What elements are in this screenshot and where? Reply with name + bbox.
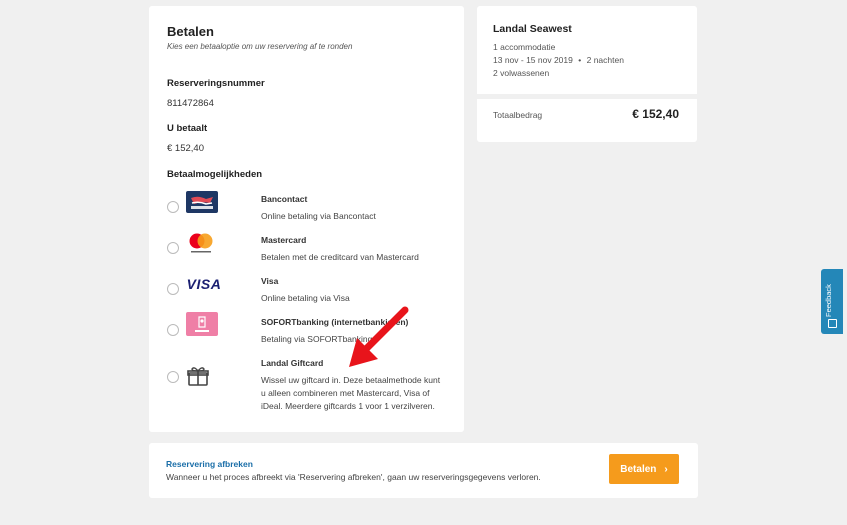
radio-giftcard[interactable] bbox=[167, 371, 179, 383]
feedback-icon bbox=[828, 319, 837, 328]
total-value: € 152,40 bbox=[632, 107, 679, 121]
total-label: Totaalbedrag bbox=[493, 110, 543, 120]
reservation-number-label: Reserveringsnummer bbox=[167, 78, 265, 89]
guest-count: 2 volwassenen bbox=[493, 68, 550, 78]
feedback-tab[interactable]: Feedback bbox=[821, 269, 843, 334]
visa-name: Visa bbox=[261, 276, 279, 286]
giftcard-description: Wissel uw giftcard in. Deze betaalmethod… bbox=[261, 375, 441, 411]
stay-dates: 13 nov - 15 nov 2019 • 2 nachten bbox=[493, 55, 624, 65]
sofort-logo bbox=[186, 312, 218, 336]
nights-count: 2 nachten bbox=[586, 55, 624, 65]
page-subtitle: Kies een betaaloptie om uw reservering a… bbox=[167, 42, 353, 51]
giftcard-name: Landal Giftcard bbox=[261, 358, 324, 368]
chevron-right-icon: › bbox=[664, 463, 668, 475]
cancel-warning-text: Wanneer u het proces afbreekt via 'Reser… bbox=[166, 472, 541, 482]
gift-icon bbox=[186, 364, 210, 388]
feedback-label: Feedback bbox=[824, 284, 833, 317]
booking-summary-card: Landal Seawest 1 accommodatie 13 nov - 1… bbox=[477, 6, 697, 142]
payment-card: Betalen Kies een betaaloptie om uw reser… bbox=[149, 6, 464, 432]
payment-option-sofort[interactable]: SOFORTbanking (internetbankieren) Betali… bbox=[149, 309, 464, 349]
reservation-number-value: 811472864 bbox=[167, 98, 214, 109]
footer-card: Reservering afbreken Wanneer u het proce… bbox=[149, 443, 698, 498]
bancontact-description: Online betaling via Bancontact bbox=[261, 211, 376, 221]
cancel-reservation-link[interactable]: Reservering afbreken bbox=[166, 459, 253, 469]
amount-due-value: € 152,40 bbox=[167, 143, 204, 154]
pay-button-label: Betalen bbox=[620, 463, 657, 475]
mastercard-logo bbox=[186, 231, 216, 255]
visa-description: Online betaling via Visa bbox=[261, 293, 350, 303]
summary-divider bbox=[477, 94, 697, 99]
page-title: Betalen bbox=[167, 24, 214, 39]
red-arrow-icon bbox=[345, 305, 410, 375]
date-range: 13 nov - 15 nov 2019 bbox=[493, 55, 573, 65]
payment-option-giftcard[interactable]: Landal Giftcard Wissel uw giftcard in. D… bbox=[149, 350, 464, 411]
amount-due-label: U betaalt bbox=[167, 123, 208, 134]
mastercard-description: Betalen met de creditcard van Mastercard bbox=[261, 252, 419, 262]
mastercard-name: Mastercard bbox=[261, 235, 307, 245]
payment-option-bancontact[interactable]: Bancontact Online betaling via Bancontac… bbox=[149, 186, 464, 226]
radio-visa[interactable] bbox=[167, 283, 179, 295]
visa-logo-text: VISA bbox=[186, 276, 222, 292]
radio-bancontact[interactable] bbox=[167, 201, 179, 213]
accommodation-count: 1 accommodatie bbox=[493, 42, 556, 52]
visa-logo: VISA bbox=[186, 275, 222, 293]
park-name: Landal Seawest bbox=[493, 23, 572, 35]
radio-sofort[interactable] bbox=[167, 324, 179, 336]
radio-mastercard[interactable] bbox=[167, 242, 179, 254]
payment-option-mastercard[interactable]: Mastercard Betalen met de creditcard van… bbox=[149, 227, 464, 267]
payment-option-visa[interactable]: VISA Visa Online betaling via Visa bbox=[149, 268, 464, 308]
bancontact-name: Bancontact bbox=[261, 194, 308, 204]
bancontact-logo bbox=[186, 191, 218, 213]
pay-button[interactable]: Betalen › bbox=[609, 454, 679, 484]
payment-methods-label: Betaalmogelijkheden bbox=[167, 169, 263, 180]
